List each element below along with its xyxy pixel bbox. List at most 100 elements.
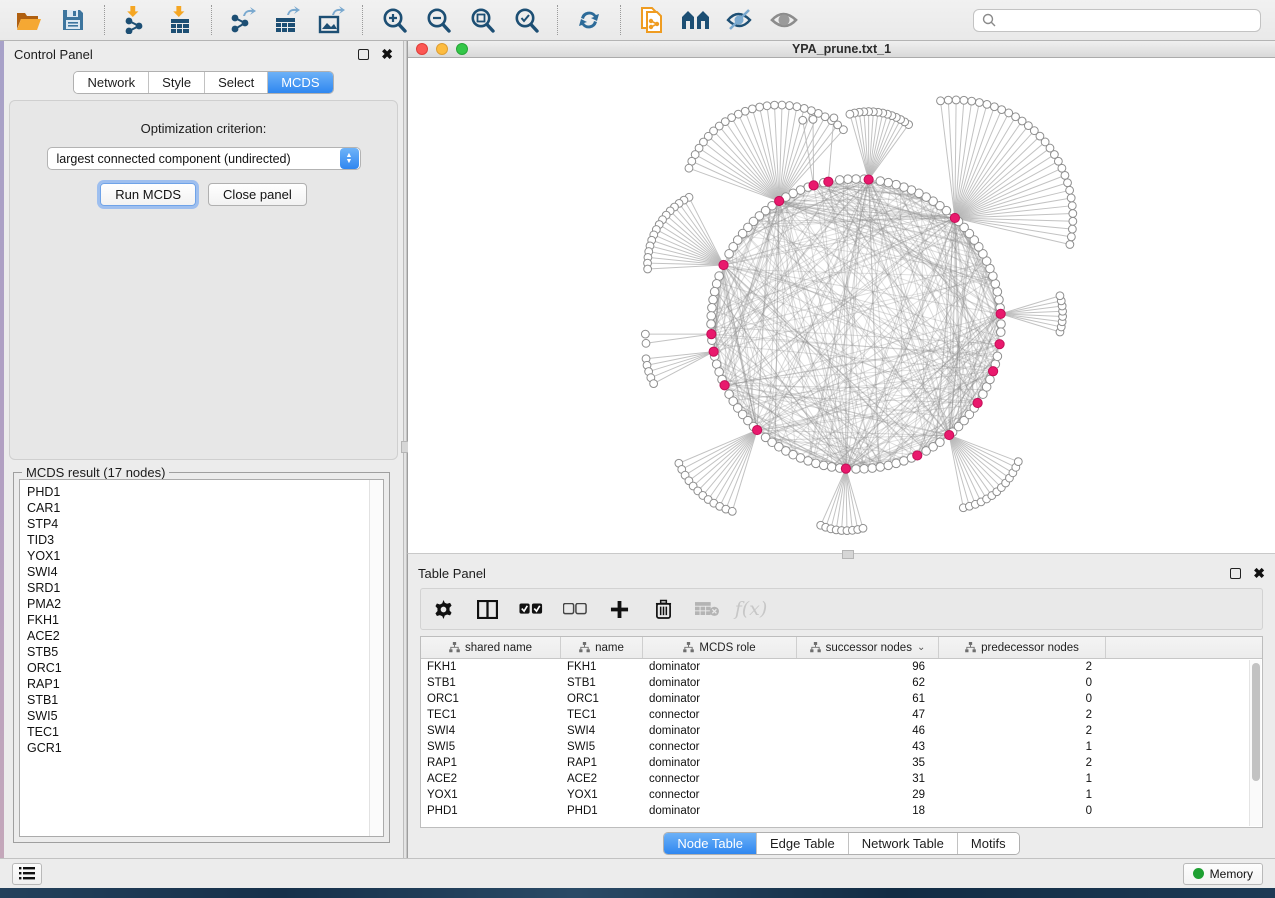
leaf-node[interactable] <box>763 102 771 110</box>
leaf-node[interactable] <box>641 330 649 338</box>
network-node[interactable] <box>997 320 1006 329</box>
leaf-node[interactable] <box>1014 458 1022 466</box>
mcds-result-item[interactable]: RAP1 <box>27 676 369 692</box>
panel-splitter-vertical[interactable] <box>403 41 407 858</box>
network-node[interactable] <box>708 303 717 312</box>
mcds-result-item[interactable]: CAR1 <box>27 500 369 516</box>
export-table-icon[interactable] <box>268 3 306 37</box>
close-panel-button[interactable]: Close panel <box>208 183 307 206</box>
search-field[interactable] <box>973 9 1261 32</box>
tab-mcds[interactable]: MCDS <box>268 72 332 93</box>
mcds-list-scrollbar[interactable] <box>369 480 383 836</box>
leaf-node[interactable] <box>975 99 983 107</box>
import-network-icon[interactable] <box>117 3 155 37</box>
network-node[interactable] <box>725 250 734 259</box>
network-node[interactable] <box>835 176 844 185</box>
tab-edge-table[interactable]: Edge Table <box>757 833 849 854</box>
mcds-hub-node[interactable] <box>913 451 922 460</box>
leaf-node[interactable] <box>990 103 998 111</box>
leaf-node[interactable] <box>968 97 976 105</box>
criterion-dropdown[interactable]: largest connected component (undirected)… <box>47 147 361 170</box>
import-table-icon[interactable] <box>161 3 199 37</box>
leaf-node[interactable] <box>809 115 817 123</box>
close-panel-icon[interactable]: ✖ <box>1253 566 1265 580</box>
leaf-node[interactable] <box>1069 210 1077 218</box>
mcds-hub-node[interactable] <box>720 381 729 390</box>
leaf-node[interactable] <box>1056 292 1064 300</box>
show-column-panel-icon[interactable] <box>475 597 499 621</box>
leaf-node[interactable] <box>960 96 968 104</box>
column-header-predecessor-nodes[interactable]: predecessor nodes <box>939 637 1106 658</box>
show-all-icon[interactable] <box>765 3 803 37</box>
network-node[interactable] <box>710 287 719 296</box>
export-network-icon[interactable] <box>224 3 262 37</box>
save-session-icon[interactable] <box>54 3 92 37</box>
network-node[interactable] <box>868 464 877 473</box>
network-node[interactable] <box>852 175 861 184</box>
tab-network[interactable]: Network <box>74 72 149 93</box>
mcds-result-item[interactable]: ORC1 <box>27 660 369 676</box>
mcds-hub-node[interactable] <box>709 347 718 356</box>
tab-select[interactable]: Select <box>205 72 268 93</box>
leaf-node[interactable] <box>1068 225 1076 233</box>
leaf-node[interactable] <box>983 100 991 108</box>
table-scrollbar[interactable] <box>1249 660 1261 826</box>
mcds-result-item[interactable]: PHD1 <box>27 484 369 500</box>
leaf-node[interactable] <box>807 107 815 115</box>
mcds-result-list[interactable]: PHD1CAR1STP4TID3YOX1SWI4SRD1PMA2FKH1ACE2… <box>19 479 384 837</box>
network-node[interactable] <box>844 175 853 184</box>
table-row[interactable]: STB1STB1dominator620 <box>421 675 1262 691</box>
network-node[interactable] <box>993 287 1002 296</box>
leaf-node[interactable] <box>644 265 652 273</box>
network-node[interactable] <box>812 459 821 468</box>
leaf-node[interactable] <box>1068 202 1076 210</box>
table-settings-icon[interactable] <box>431 597 455 621</box>
mcds-hub-node[interactable] <box>950 213 959 222</box>
table-row[interactable]: TEC1TEC1connector472 <box>421 707 1262 723</box>
leaf-node[interactable] <box>1067 194 1075 202</box>
table-scrollbar-thumb[interactable] <box>1252 663 1260 781</box>
zoom-selected-icon[interactable] <box>507 3 545 37</box>
mcds-hub-node[interactable] <box>989 367 998 376</box>
leaf-node[interactable] <box>937 97 945 105</box>
column-header-name[interactable]: name <box>561 637 643 658</box>
network-node[interactable] <box>707 312 716 321</box>
mcds-result-item[interactable]: FKH1 <box>27 612 369 628</box>
panel-splitter-horizontal[interactable] <box>407 553 1275 560</box>
leaf-node[interactable] <box>952 96 960 104</box>
leaf-node[interactable] <box>1066 186 1074 194</box>
mcds-hub-node[interactable] <box>775 196 784 205</box>
network-node[interactable] <box>892 180 901 189</box>
column-header-shared-name[interactable]: shared name <box>421 637 561 658</box>
network-node[interactable] <box>993 352 1002 361</box>
leaf-node[interactable] <box>1067 233 1075 241</box>
mcds-result-item[interactable]: STB5 <box>27 644 369 660</box>
network-node[interactable] <box>876 177 885 186</box>
search-neighbors-icon[interactable] <box>677 3 715 37</box>
network-node[interactable] <box>884 178 893 187</box>
leaf-node[interactable] <box>771 101 779 109</box>
tab-motifs[interactable]: Motifs <box>958 833 1019 854</box>
mcds-result-item[interactable]: TEC1 <box>27 724 369 740</box>
network-node[interactable] <box>827 463 836 472</box>
mcds-hub-node[interactable] <box>707 330 716 339</box>
table-row[interactable]: ACE2ACE2connector311 <box>421 771 1262 787</box>
network-node[interactable] <box>712 280 721 289</box>
table-row[interactable]: RAP1RAP1dominator352 <box>421 755 1262 771</box>
clone-network-icon[interactable] <box>633 3 671 37</box>
column-header-successor-nodes[interactable]: successor nodes⌄ <box>797 637 939 658</box>
tab-style[interactable]: Style <box>149 72 205 93</box>
mcds-result-item[interactable]: SWI5 <box>27 708 369 724</box>
delete-column-icon[interactable] <box>651 597 675 621</box>
mcds-hub-node[interactable] <box>809 181 818 190</box>
network-node[interactable] <box>995 295 1004 304</box>
leaf-node[interactable] <box>778 101 786 109</box>
leaf-node[interactable] <box>830 114 838 122</box>
export-image-icon[interactable] <box>312 3 350 37</box>
column-header-MCDS-role[interactable]: MCDS role <box>643 637 797 658</box>
network-node[interactable] <box>986 375 995 384</box>
network-window-titlebar[interactable]: YPA_prune.txt_1 <box>408 41 1275 58</box>
leaf-node[interactable] <box>998 106 1006 114</box>
window-minimize-icon[interactable] <box>436 43 448 55</box>
leaf-node[interactable] <box>846 110 854 118</box>
